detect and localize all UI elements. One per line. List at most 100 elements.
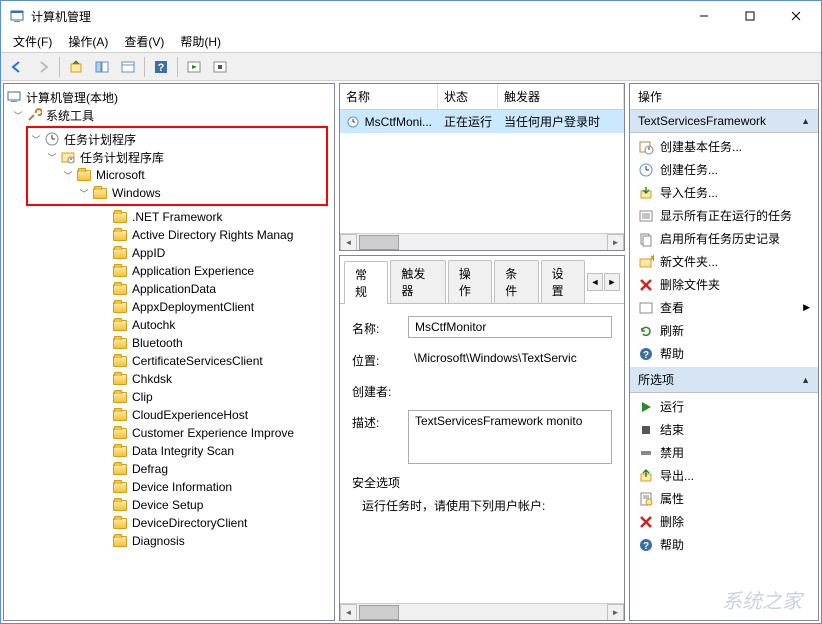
action-label: 启用所有任务历史记录 (660, 230, 780, 247)
action-disable[interactable]: 禁用 (630, 441, 818, 464)
tree-folder-item[interactable]: AppID (6, 244, 332, 262)
col-triggers[interactable]: 触发器 (498, 84, 624, 109)
tree-folder-item[interactable]: ApplicationData (6, 280, 332, 298)
actions-body: TextServicesFramework ▲ 创建基本任务...创建任务...… (630, 110, 818, 620)
action-group-selected[interactable]: 所选项 ▲ (630, 367, 818, 393)
folder-icon (112, 281, 128, 297)
action-group-context[interactable]: TextServicesFramework ▲ (630, 110, 818, 133)
tree-folder-item[interactable]: Clip (6, 388, 332, 406)
menu-view[interactable]: 查看(V) (116, 31, 172, 52)
tree-folder-item[interactable]: Customer Experience Improve (6, 424, 332, 442)
forward-button[interactable] (31, 55, 55, 79)
action-delete-red[interactable]: 删除 (630, 510, 818, 533)
tree-folder-item[interactable]: .NET Framework (6, 208, 332, 226)
action-refresh[interactable]: 刷新 (630, 319, 818, 342)
expander-icon[interactable]: ﹀ (46, 151, 58, 163)
help-button[interactable]: ? (149, 55, 173, 79)
tree-folder-item[interactable]: Bluetooth (6, 334, 332, 352)
close-button[interactable] (773, 1, 819, 31)
run-icon (638, 399, 654, 415)
clock-icon (44, 131, 60, 147)
tree-task-scheduler[interactable]: ﹀ 任务计划程序 (30, 130, 324, 148)
menu-action[interactable]: 操作(A) (60, 31, 116, 52)
expander-icon[interactable]: ﹀ (30, 133, 42, 145)
tree-folder-item[interactable]: Autochk (6, 316, 332, 334)
end-task-button[interactable] (208, 55, 232, 79)
properties-button[interactable] (116, 55, 140, 79)
tree-folder-item[interactable]: Chkdsk (6, 370, 332, 388)
expander-icon[interactable]: ﹀ (78, 187, 90, 199)
scroll-left-button[interactable]: ◄ (340, 604, 357, 621)
tree-folder-item[interactable]: Active Directory Rights Manag (6, 226, 332, 244)
tree-windows[interactable]: ﹀ Windows (30, 184, 324, 202)
tree-folder-item[interactable]: Application Experience (6, 262, 332, 280)
action-properties[interactable]: 属性 (630, 487, 818, 510)
action-enable-history[interactable]: 启用所有任务历史记录 (630, 227, 818, 250)
show-hide-tree-button[interactable] (90, 55, 114, 79)
action-new-folder[interactable]: ✱新文件夹... (630, 250, 818, 273)
action-label: 帮助 (660, 536, 684, 553)
action-delete-red[interactable]: 删除文件夹 (630, 273, 818, 296)
tab-settings[interactable]: 设置 (541, 260, 585, 303)
detail-horizontal-scrollbar[interactable]: ◄ ► (340, 603, 624, 620)
tree-folder-item[interactable]: CertificateServicesClient (6, 352, 332, 370)
tree-folder-item[interactable]: Device Information (6, 478, 332, 496)
menu-help[interactable]: 帮助(H) (172, 31, 229, 52)
action-import[interactable]: 导入任务... (630, 181, 818, 204)
task-row[interactable]: MsCtfMoni... 正在运行 当任何用户登录时 (340, 110, 624, 133)
tree-microsoft[interactable]: ﹀ Microsoft (30, 166, 324, 184)
action-run[interactable]: 运行 (630, 395, 818, 418)
back-button[interactable] (5, 55, 29, 79)
properties-icon (638, 491, 654, 507)
tree-root[interactable]: 计算机管理(本地) (6, 88, 332, 106)
tree-folder-item[interactable]: AppxDeploymentClient (6, 298, 332, 316)
folder-label: Customer Experience Improve (132, 426, 294, 440)
tab-conditions[interactable]: 条件 (494, 260, 538, 303)
scroll-right-button[interactable]: ► (607, 234, 624, 251)
task-list-body[interactable]: MsCtfMoni... 正在运行 当任何用户登录时 (340, 110, 624, 233)
col-name[interactable]: 名称 (340, 84, 438, 109)
tree-folder-item[interactable]: Data Integrity Scan (6, 442, 332, 460)
action-help[interactable]: ?帮助 (630, 342, 818, 365)
up-button[interactable] (64, 55, 88, 79)
action-help[interactable]: ?帮助 (630, 533, 818, 556)
action-end[interactable]: 结束 (630, 418, 818, 441)
action-label: 删除文件夹 (660, 276, 720, 293)
tab-scroll-left[interactable]: ◄ (587, 273, 603, 291)
name-field[interactable]: MsCtfMonitor (408, 316, 612, 338)
scroll-right-button[interactable]: ► (607, 604, 624, 621)
tree-folder-item[interactable]: Defrag (6, 460, 332, 478)
run-task-button[interactable] (182, 55, 206, 79)
tree-folder-item[interactable]: DeviceDirectoryClient (6, 514, 332, 532)
tree-folder-item[interactable]: CloudExperienceHost (6, 406, 332, 424)
tab-general[interactable]: 常规 (344, 261, 388, 304)
tab-actions[interactable]: 操作 (448, 260, 492, 303)
action-show-running[interactable]: 显示所有正在运行的任务 (630, 204, 818, 227)
horizontal-scrollbar[interactable]: ◄ ► (340, 233, 624, 250)
scroll-left-button[interactable]: ◄ (340, 234, 357, 251)
nav-tree: 计算机管理(本地) ﹀ 系统工具 ﹀ 任务计划程序 (4, 84, 334, 554)
action-label: 导入任务... (660, 184, 718, 201)
action-view[interactable]: 查看▶ (630, 296, 818, 319)
action-task-create[interactable]: 创建任务... (630, 158, 818, 181)
tab-triggers[interactable]: 触发器 (390, 260, 446, 303)
tab-scroll-right[interactable]: ► (604, 273, 620, 291)
action-export[interactable]: 导出... (630, 464, 818, 487)
tree-task-scheduler-library[interactable]: ﹀ 任务计划程序库 (30, 148, 324, 166)
tree-pane[interactable]: 计算机管理(本地) ﹀ 系统工具 ﹀ 任务计划程序 (3, 83, 335, 621)
tree-system-tools[interactable]: ﹀ 系统工具 (6, 106, 332, 124)
expander-icon[interactable]: ﹀ (12, 109, 24, 121)
folder-icon (112, 389, 128, 405)
description-field[interactable]: TextServicesFramework monito (408, 410, 612, 464)
maximize-button[interactable] (727, 1, 773, 31)
scroll-thumb[interactable] (359, 605, 399, 620)
scroll-thumb[interactable] (359, 235, 399, 250)
tree-folder-item[interactable]: Device Setup (6, 496, 332, 514)
folder-icon (112, 317, 128, 333)
col-status[interactable]: 状态 (438, 84, 498, 109)
action-task-basic[interactable]: 创建基本任务... (630, 135, 818, 158)
menu-file[interactable]: 文件(F) (5, 31, 60, 52)
tree-folder-item[interactable]: Diagnosis (6, 532, 332, 550)
minimize-button[interactable] (681, 1, 727, 31)
expander-icon[interactable]: ﹀ (62, 169, 74, 181)
